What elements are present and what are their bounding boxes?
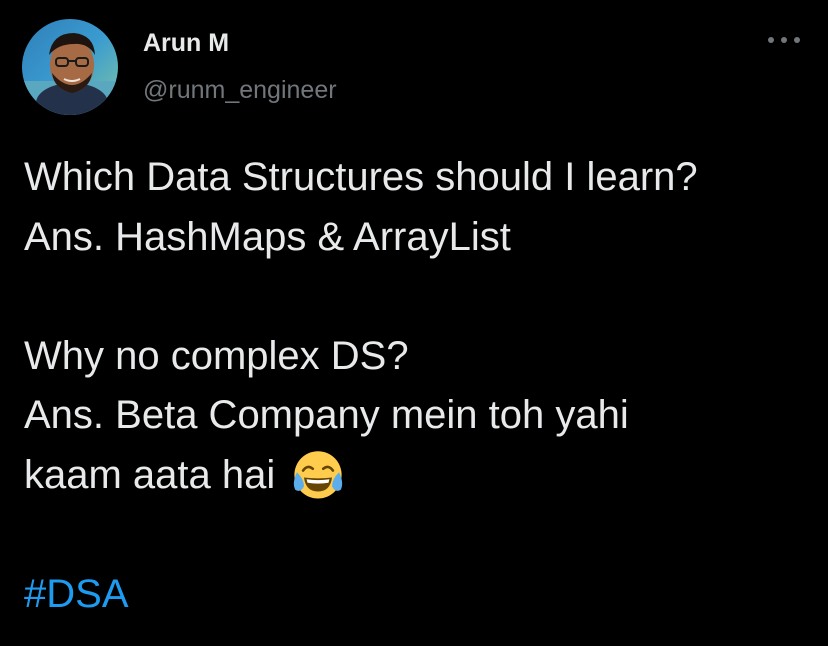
face-with-tears-of-joy-icon — [294, 450, 343, 498]
hashtag-link[interactable]: #DSA — [24, 572, 129, 616]
tweet-text: Which Data Structures should I learn? An… — [24, 148, 814, 624]
avatar[interactable] — [22, 19, 118, 115]
tweet-line: Ans. Beta Company mein toh yahi — [24, 393, 629, 437]
tweet-line-hashtag: #DSA — [24, 565, 814, 625]
tweet-line: Why no complex DS? — [24, 333, 409, 378]
more-horizontal-icon — [768, 37, 800, 43]
author-handle[interactable]: @runm_engineer — [143, 76, 337, 105]
avatar-image — [22, 19, 118, 115]
tweet-line-text: kaam aata hai — [24, 452, 276, 497]
tweet-line: Ans. HashMaps & ArrayList — [24, 214, 511, 259]
tweet-line-with-emoji: kaam aata hai — [24, 446, 814, 506]
more-options-button[interactable] — [762, 25, 806, 55]
tweet-card: Arun M @runm_engineer Which Data Structu… — [0, 0, 828, 646]
author-display-name[interactable]: Arun M — [143, 29, 229, 58]
tweet-line: Which Data Structures should I learn? — [24, 155, 698, 199]
